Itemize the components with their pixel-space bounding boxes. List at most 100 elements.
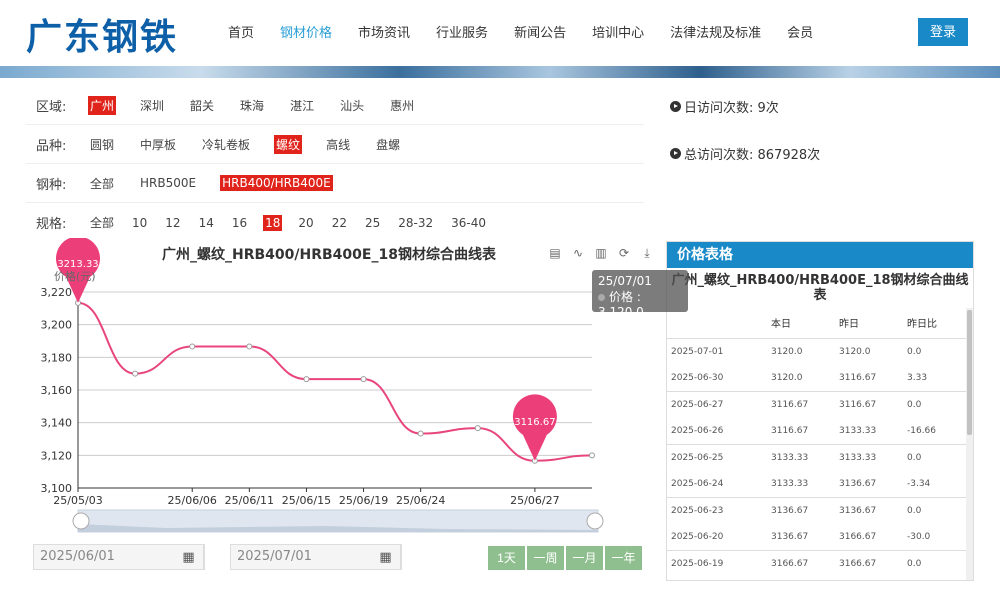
filter-option[interactable]: 广州 [88,95,117,115]
x-tick-label: 25/06/06 [168,494,217,507]
data-view-icon[interactable]: ▤ [548,246,562,260]
filter-panel: 区域: 广州 深圳 韶关 珠海 湛江 汕头 惠州 品种: 圆钢 中厚板 冷轧卷板… [26,86,644,242]
table-scrollbar[interactable] [966,308,973,580]
filter-option[interactable]: 冷轧卷板 [200,135,252,154]
chart-canvas[interactable]: 3,1003,1203,1403,1603,1803,2003,22025/05… [26,238,656,538]
cell-date: 2025-06-23 [671,506,724,517]
filter-option[interactable]: 螺纹 [274,134,303,154]
site-logo[interactable]: 广东钢铁 [26,8,178,60]
line-icon[interactable]: ∿ [571,246,585,260]
filter-option[interactable]: 深圳 [138,96,166,115]
filter-option[interactable]: 圆钢 [88,135,116,154]
filter-option[interactable]: 全部 [88,213,116,232]
y-tick-label: 3,200 [41,319,73,332]
main-nav: 首页 钢材价格 市场资讯 行业服务 新闻公告 培训中心 法律法规及标准 会员 [228,22,839,41]
range-1year-button[interactable]: 一年 [605,546,642,570]
cell-change: 0.0 [907,506,922,517]
nav-item-home[interactable]: 首页 [228,22,254,41]
calendar-icon[interactable]: ▦ [371,544,401,570]
cell-change: 0.0 [907,452,922,463]
cell-yesterday: 3120.0 [839,346,871,357]
login-button[interactable]: 登录 [918,18,968,46]
nav-item-laws[interactable]: 法律法规及标准 [670,22,761,41]
cell-date: 2025-06-25 [671,452,724,463]
bar-icon[interactable]: ▥ [594,246,608,260]
zoom-handle-left[interactable] [72,512,90,530]
filter-option[interactable]: 14 [197,215,216,231]
price-table-scroll[interactable]: 本日 昨日 昨日比 2025-07-01 3120.0 3120.0 0.0 2025-… [667,308,973,580]
filter-option[interactable]: 10 [130,215,149,231]
zoom-handle-right[interactable] [586,512,604,530]
filter-option[interactable]: HRB500E [138,175,198,191]
chart-tooltip: 25/07/01 价格 : 3,120.0 [592,270,688,319]
cell-date: 2025-06-20 [667,524,767,552]
filter-option[interactable]: 25 [363,215,382,231]
table-row: 2025-07-01 3120.0 3120.0 0.0 [667,338,967,365]
range-1month-button[interactable]: 一月 [566,546,603,570]
tooltip-value: 价格 : 3,120.0 [598,290,644,319]
column-header: 昨日 [835,308,903,339]
nav-item-market-news[interactable]: 市场资讯 [358,22,410,41]
price-table-subtitle: 广州_螺纹_HRB400/HRB400E_18钢材综合曲线表 [671,273,969,303]
nav-item-members[interactable]: 会员 [787,22,813,41]
nav-item-industry-service[interactable]: 行业服务 [436,22,488,41]
chart-toolbox: ▤ ∿ ▥ ⟳ ⤓ [548,246,654,260]
data-point[interactable] [417,430,424,437]
download-icon[interactable]: ⤓ [640,246,654,260]
data-point[interactable] [303,376,310,383]
filter-option[interactable]: 惠州 [388,96,416,115]
table-row: 2025-06-30 3120.0 3116.67 3.33 [667,364,967,392]
data-point[interactable] [360,376,367,383]
filter-option[interactable]: 高线 [324,135,352,154]
calendar-icon[interactable]: ▦ [174,544,204,570]
filter-option[interactable]: 28-32 [396,215,435,231]
range-1day-button[interactable]: 1天 [488,546,525,570]
cell-today: 3120.0 [771,346,803,357]
nav-item-training[interactable]: 培训中心 [592,22,644,41]
filter-option[interactable]: 36-40 [449,215,488,231]
filter-option[interactable]: 20 [296,215,315,231]
range-1week-button[interactable]: 一周 [527,546,564,570]
y-tick-label: 3,160 [41,384,73,397]
header-banner [0,66,1000,78]
cell-today: 3133.33 [771,452,809,463]
cell-change: -30.0 [903,524,967,552]
data-point[interactable] [189,343,196,350]
filter-option[interactable]: 韶关 [188,96,216,115]
nav-item-steel-price[interactable]: 钢材价格 [280,22,332,41]
y-axis-label: 价格(元) [54,270,96,283]
series-line [77,301,593,462]
filter-row-spec: 规格: 全部 10 12 14 16 18 20 22 25 28-32 36-… [26,203,644,242]
filter-option[interactable]: 汕头 [338,96,366,115]
data-point[interactable] [132,370,139,377]
filter-option[interactable]: 湛江 [288,96,316,115]
restore-icon[interactable]: ⟳ [617,246,631,260]
data-point[interactable] [474,425,481,432]
arrow-circle-icon [670,100,681,112]
table-row: 2025-06-19 3166.67 3166.67 0.0 [667,551,967,578]
cell-today: 3116.67 [771,399,809,410]
cell-today: 3116.67 [767,417,835,445]
filter-option[interactable]: 珠海 [238,96,266,115]
cell-date: 2025-06-27 [671,399,724,410]
data-point[interactable] [589,452,595,459]
filter-option[interactable]: 全部 [88,174,116,193]
scrollbar-thumb[interactable] [967,310,972,435]
cell-today: 3120.0 [767,364,835,392]
filter-option[interactable]: 中厚板 [138,135,178,154]
cell-date: 2025-06-26 [667,417,767,445]
filter-option[interactable]: 12 [163,215,182,231]
nav-item-announcements[interactable]: 新闻公告 [514,22,566,41]
data-point[interactable] [246,343,253,350]
x-tick-label: 25/06/15 [282,494,331,507]
filter-option[interactable]: 盘螺 [374,135,402,154]
filter-option[interactable]: 22 [330,215,349,231]
cell-change: 0.0 [907,399,922,410]
filter-option[interactable]: 16 [230,215,249,231]
filter-option[interactable]: HRB400/HRB400E [220,175,333,191]
filter-option[interactable]: 18 [263,214,283,231]
filter-row-grade: 钢种: 全部 HRB500E HRB400/HRB400E [26,164,644,203]
filter-row-region: 区域: 广州 深圳 韶关 珠海 湛江 汕头 惠州 [26,86,644,125]
column-header: 本日 [767,308,835,339]
tooltip-date: 25/07/01 [598,274,652,288]
